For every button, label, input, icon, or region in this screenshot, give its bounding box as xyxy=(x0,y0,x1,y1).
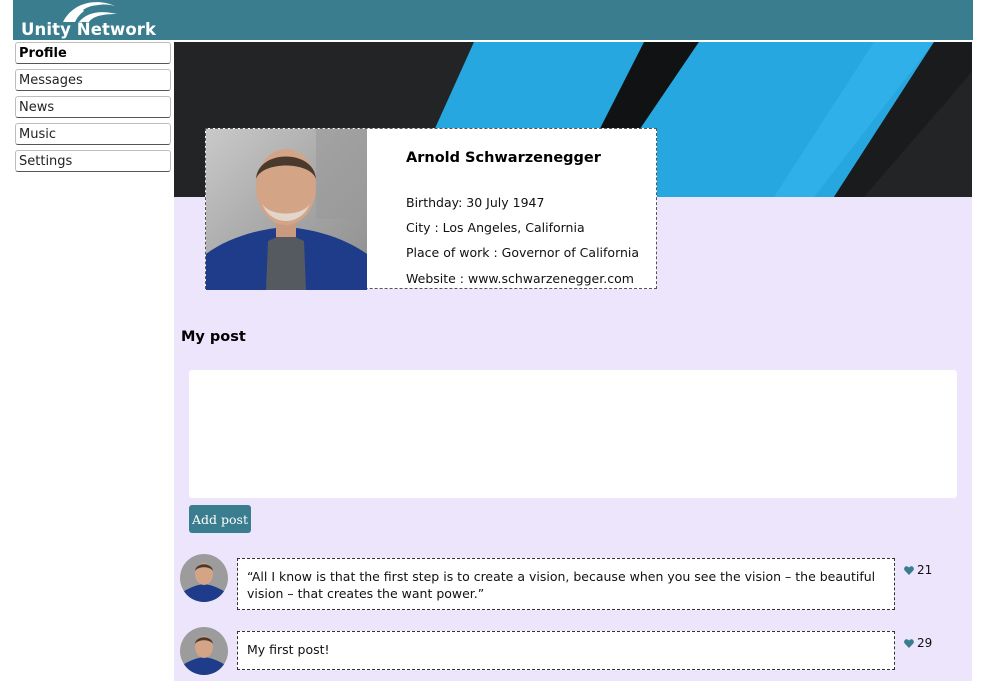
post-text: My first post! xyxy=(237,631,895,670)
sidebar-item-profile[interactable]: Profile xyxy=(15,42,171,64)
header-bar: Unity Network xyxy=(13,0,973,40)
heart-icon xyxy=(904,639,914,648)
sidebar-item-news[interactable]: News xyxy=(15,96,171,118)
post-author-avatar xyxy=(180,554,228,602)
profile-birthday: Birthday: 30 July 1947 xyxy=(406,195,545,210)
main-content: Arnold Schwarzenegger Birthday: 30 July … xyxy=(174,42,972,681)
like-count: 29 xyxy=(917,636,933,650)
like-counter[interactable]: 21 xyxy=(904,563,932,577)
sidebar-nav: Profile Messages News Music Settings xyxy=(15,42,171,177)
heart-icon xyxy=(904,566,914,575)
new-post-input[interactable] xyxy=(189,370,957,498)
profile-website[interactable]: Website : www.schwarzenegger.com xyxy=(406,271,634,286)
post-author-avatar xyxy=(180,627,228,675)
add-post-button[interactable]: Add post xyxy=(189,505,251,533)
profile-city: City : Los Angeles, California xyxy=(406,220,585,235)
my-post-title: My post xyxy=(181,329,246,345)
app-name: Unity Network xyxy=(21,20,157,39)
profile-work: Place of work : Governor of California xyxy=(406,245,640,260)
logo[interactable]: Unity Network xyxy=(13,0,157,40)
sidebar-item-messages[interactable]: Messages xyxy=(15,69,171,91)
like-counter[interactable]: 29 xyxy=(904,636,932,650)
profile-name: Arnold Schwarzenegger xyxy=(406,150,601,166)
sidebar-item-settings[interactable]: Settings xyxy=(15,150,171,172)
profile-photo xyxy=(206,129,367,290)
profile-card: Arnold Schwarzenegger Birthday: 30 July … xyxy=(205,128,657,290)
post-text: “All I know is that the first step is to… xyxy=(237,558,895,610)
like-count: 21 xyxy=(917,563,933,577)
sidebar-item-music[interactable]: Music xyxy=(15,123,171,145)
